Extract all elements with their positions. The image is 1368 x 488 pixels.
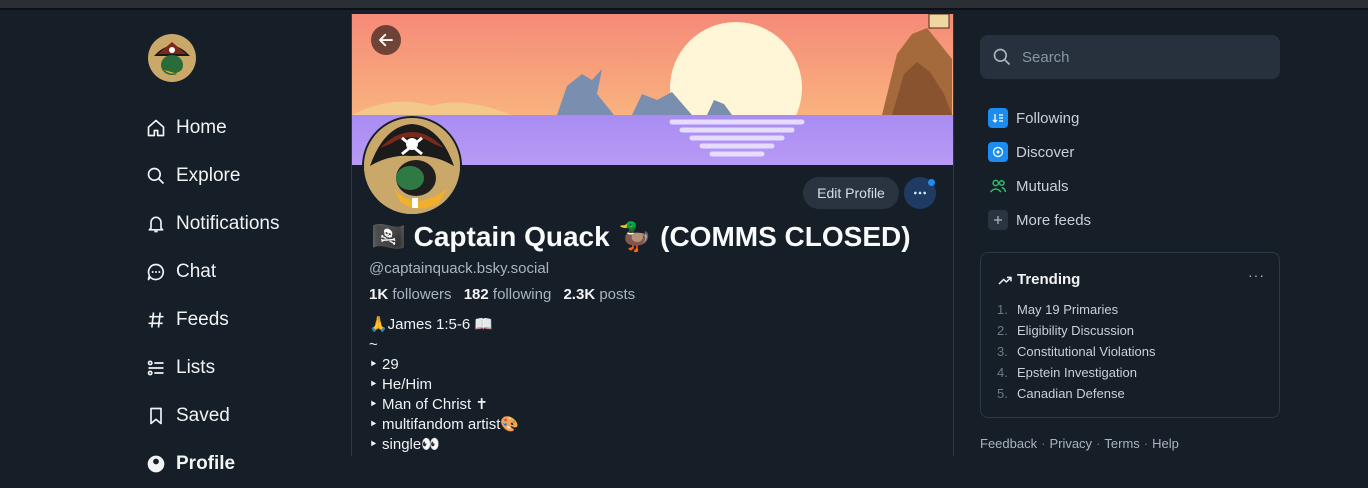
feed-label: Mutuals xyxy=(1016,177,1069,195)
trending-item[interactable]: 3. Constitutional Violations xyxy=(997,341,1156,362)
nav-item-explore[interactable]: Explore xyxy=(140,152,340,200)
feeds-list: Following Discover Mutuals More feeds xyxy=(980,101,1280,237)
trending-topic: Constitutional Violations xyxy=(1017,344,1156,359)
trending-rank: 2. xyxy=(997,323,1008,338)
trending-item[interactable]: 2. Eligibility Discussion xyxy=(997,320,1156,341)
trending-header: Trending xyxy=(997,271,1080,288)
trending-arrow-icon xyxy=(998,276,1012,285)
posts-stat: 2.3K posts xyxy=(563,286,635,303)
search-input[interactable] xyxy=(1020,47,1264,67)
posts-label: posts xyxy=(599,286,636,303)
trending-topic: Canadian Defense xyxy=(1017,386,1125,401)
bell-icon xyxy=(145,213,167,235)
profile-icon xyxy=(145,453,167,475)
footer-privacy-link[interactable]: Privacy xyxy=(1049,436,1092,451)
profile-column: Edit Profile 🏴‍☠️ Captain Quack 🦆 (COMMS… xyxy=(351,14,954,456)
user-avatar[interactable] xyxy=(148,34,196,82)
following-label: following xyxy=(492,286,552,303)
arrow-left-icon xyxy=(379,33,393,47)
trending-item[interactable]: 1. May 19 Primaries xyxy=(997,299,1156,320)
trending-rank: 5. xyxy=(997,386,1008,401)
window-top-bar xyxy=(0,0,1368,10)
mutuals-feed-icon xyxy=(988,176,1008,196)
bio-line: ‣ He/Him xyxy=(369,376,433,393)
nav-item-label: Explore xyxy=(176,165,241,186)
ellipsis-icon xyxy=(914,191,926,195)
following-link[interactable]: 182 following xyxy=(464,286,552,303)
nav-item-label: Feeds xyxy=(176,309,229,330)
bio-line: ‣ single👀 xyxy=(369,436,440,453)
feed-item-mutuals[interactable]: Mutuals xyxy=(980,169,1280,203)
feed-label: More feeds xyxy=(1016,211,1092,229)
nav-item-profile[interactable]: Profile xyxy=(140,440,340,488)
following-count: 182 xyxy=(463,286,489,303)
nav-item-feeds[interactable]: Feeds xyxy=(140,296,340,344)
trending-rank: 4. xyxy=(997,365,1008,380)
nav-item-label: Home xyxy=(176,117,227,138)
profile-display-name: 🏴‍☠️ Captain Quack 🦆 (COMMS CLOSED) xyxy=(371,221,911,252)
trending-card: Trending ··· 1. May 19 Primaries 2. Eligib… xyxy=(980,252,1280,418)
footer-links: Feedback · Privacy · Terms · Help xyxy=(980,436,1179,451)
trending-more-button[interactable]: ··· xyxy=(1248,267,1265,283)
nav-item-label: Saved xyxy=(176,405,230,426)
profile-bio: 🙏James 1:5-6 📖 ~ ‣ 29 ‣ He/Him ‣ Man of … xyxy=(369,315,519,455)
bio-line: ‣ 29 xyxy=(369,356,399,373)
posts-count: 2.3K xyxy=(563,286,596,303)
trending-topic: Epstein Investigation xyxy=(1017,365,1137,380)
notification-dot xyxy=(928,179,935,186)
nav-item-notifications[interactable]: Notifications xyxy=(140,200,340,248)
discover-feed-icon xyxy=(988,142,1008,162)
back-button[interactable] xyxy=(371,25,401,55)
list-icon xyxy=(145,357,167,379)
followers-count: 1K xyxy=(369,286,389,303)
trending-item[interactable]: 5. Canadian Defense xyxy=(997,383,1156,404)
search-icon xyxy=(145,165,167,187)
trending-topic: May 19 Primaries xyxy=(1017,302,1119,317)
footer-terms-link[interactable]: Terms xyxy=(1104,436,1139,451)
trending-rank: 1. xyxy=(997,302,1008,317)
trending-list: 1. May 19 Primaries 2. Eligibility Discuss… xyxy=(997,299,1156,404)
trending-item[interactable]: 4. Epstein Investigation xyxy=(997,362,1156,383)
bio-line: ~ xyxy=(369,336,378,353)
feed-item-discover[interactable]: Discover xyxy=(980,135,1280,169)
profile-handle[interactable]: @captainquack.bsky.social xyxy=(369,260,549,277)
nav-item-home[interactable]: Home xyxy=(140,104,340,152)
trending-rank: 3. xyxy=(997,344,1008,359)
edit-profile-button[interactable]: Edit Profile xyxy=(803,177,899,209)
nav-item-label: Lists xyxy=(176,357,216,378)
feed-item-following[interactable]: Following xyxy=(980,101,1280,135)
nav-item-label: Notifications xyxy=(176,213,280,234)
bookmark-icon xyxy=(145,405,167,427)
bio-line: 🙏James 1:5-6 📖 xyxy=(369,316,494,333)
footer-help-link[interactable]: Help xyxy=(1152,436,1179,451)
search-box[interactable] xyxy=(980,35,1280,79)
followers-link[interactable]: 1K followers xyxy=(369,286,452,303)
bio-line: ‣ multifandom artist🎨 xyxy=(369,416,520,433)
plus-icon xyxy=(988,210,1008,230)
trending-title: Trending xyxy=(1017,271,1081,288)
hash-icon xyxy=(145,309,167,331)
footer-feedback-link[interactable]: Feedback xyxy=(980,436,1037,451)
more-options-button[interactable] xyxy=(904,177,936,209)
nav-item-chat[interactable]: Chat xyxy=(140,248,340,296)
trending-topic: Eligibility Discussion xyxy=(1017,323,1135,338)
feed-item-more-feeds[interactable]: More feeds xyxy=(980,203,1280,237)
search-icon xyxy=(993,48,1011,66)
home-icon xyxy=(145,117,167,139)
nav-item-lists[interactable]: Lists xyxy=(140,344,340,392)
profile-stats: 1K followers 182 following 2.3K posts xyxy=(369,286,635,303)
right-sidebar: Following Discover Mutuals More feeds Tr… xyxy=(980,35,1280,451)
profile-avatar[interactable] xyxy=(362,116,462,216)
nav-item-saved[interactable]: Saved xyxy=(140,392,340,440)
feed-label: Following xyxy=(1016,109,1080,127)
followers-label: followers xyxy=(392,286,452,303)
left-navigation: Home Explore Notifications Chat Feeds Li… xyxy=(140,34,340,488)
following-feed-icon xyxy=(988,108,1008,128)
chat-icon xyxy=(145,261,167,283)
feed-label: Discover xyxy=(1016,143,1075,161)
nav-item-label: Profile xyxy=(176,453,236,474)
nav-item-label: Chat xyxy=(176,261,217,282)
bio-line: ‣ Man of Christ ✝ xyxy=(369,396,488,413)
